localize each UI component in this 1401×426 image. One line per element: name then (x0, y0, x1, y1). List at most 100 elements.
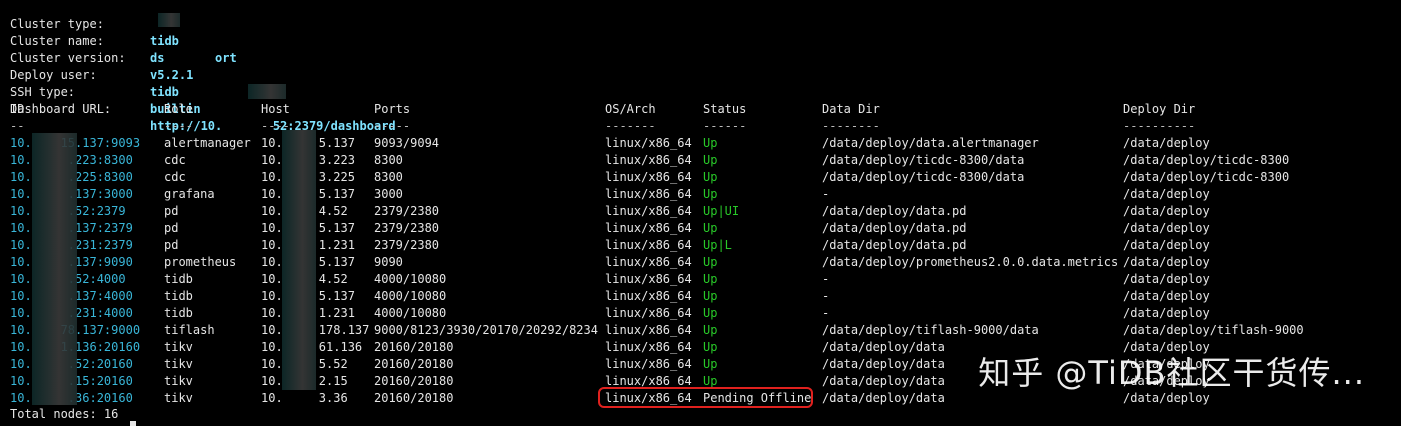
cell-role: grafana (164, 187, 215, 201)
cell-data-dir: - (822, 187, 830, 201)
cell-ports: 8300 (374, 170, 403, 184)
cell-deploy-dir: /data/deploy (1123, 306, 1210, 320)
cell-os-arch: linux/x86_64 (605, 340, 692, 354)
cell-os-arch: linux/x86_64 (605, 221, 692, 235)
pending-offline-highlight (598, 387, 813, 408)
cell-data-dir: - (822, 272, 830, 286)
cell-ports: 4000/10080 (374, 272, 447, 286)
header-data-dir: Data Dir (822, 102, 880, 116)
cell-data-dir: /data/deploy/tiflash-9000/data (822, 323, 1039, 337)
cell-role: alertmanager (164, 136, 251, 150)
cell-data-dir: - (822, 306, 830, 320)
header-status: Status (703, 102, 747, 116)
cell-role: tidb (164, 306, 193, 320)
cell-data-dir: /data/deploy/data.pd (822, 238, 967, 252)
cell-data-dir: /data/deploy/prometheus2.0.0.data.metric… (822, 255, 1119, 269)
info-deploy-user: Deploy user: tidb (10, 50, 179, 99)
host-redaction (282, 130, 316, 390)
cell-os-arch: linux/x86_64 (605, 272, 692, 286)
cell-status: Up (703, 340, 718, 354)
info-dashboard-url: Dashboard URL: http://10. 52:2379/dashbo… (10, 84, 396, 133)
cell-deploy-dir: /data/deploy/tiflash-9000 (1123, 323, 1304, 337)
header-host: Host (261, 102, 290, 116)
cell-ports: 9000/8123/3930/20170/20292/8234 (374, 323, 598, 337)
cell-data-dir: /data/deploy/data (822, 340, 945, 354)
cell-status: Up (703, 255, 718, 269)
info-value: tidb (150, 34, 179, 48)
cell-deploy-dir: /data/deploy (1123, 187, 1210, 201)
cell-os-arch: linux/x86_64 (605, 136, 692, 150)
cell-deploy-dir: /data/deploy (1123, 204, 1210, 218)
cell-ports: 9093/9094 (374, 136, 440, 150)
cell-role: tidb (164, 289, 193, 303)
cell-os-arch: linux/x86_64 (605, 204, 692, 218)
cell-deploy-dir: /data/deploy (1123, 289, 1210, 303)
cell-status: Up (703, 221, 718, 235)
cell-data-dir: - (822, 289, 830, 303)
cell-deploy-dir: /data/deploy (1123, 238, 1210, 252)
terminal-cursor (130, 421, 136, 426)
cell-status: Up (703, 187, 718, 201)
cell-status: Up (703, 289, 718, 303)
sep-ports: ----- (374, 119, 411, 133)
name-redaction (158, 13, 180, 27)
cell-data-dir: /data/deploy/ticdc-8300/data (822, 153, 1025, 167)
sep-id: -- (10, 119, 25, 133)
cell-os-arch: linux/x86_64 (605, 323, 692, 337)
total-nodes: Total nodes: 16 (10, 407, 119, 421)
sep-status: ------ (703, 119, 747, 133)
info-ssh-type: SSH type: builtin (10, 67, 201, 116)
cell-ports: 4000/10080 (374, 289, 447, 303)
cell-os-arch: linux/x86_64 (605, 357, 692, 371)
cell-status: Up (703, 272, 718, 286)
cell-os-arch: linux/x86_64 (605, 306, 692, 320)
cell-deploy-dir: /data/deploy (1123, 221, 1210, 235)
cell-role: tikv (164, 340, 193, 354)
cell-role: cdc (164, 170, 186, 184)
info-cluster-version: Cluster version: v5.2.1 (10, 33, 193, 82)
header-deploy-dir: Deploy Dir (1123, 102, 1196, 116)
terminal-window[interactable]: Cluster type: tidb Cluster name: ds ort … (0, 0, 1401, 426)
cell-status: Up (703, 306, 718, 320)
cell-status: Up (703, 153, 718, 167)
cell-role: tikv (164, 374, 193, 388)
cell-role: pd (164, 238, 179, 252)
cell-deploy-dir: /data/deploy/ticdc-8300 (1123, 170, 1290, 184)
cell-data-dir: /data/deploy/data (822, 391, 945, 405)
header-os-arch: OS/Arch (605, 102, 656, 116)
sep-os-arch: ------- (605, 119, 656, 133)
cell-role: tidb (164, 272, 193, 286)
cell-ports: 3000 (374, 187, 403, 201)
zhihu-watermark: 知乎 @TiDB社区干货传... (978, 354, 1365, 392)
cell-role: tikv (164, 357, 193, 371)
cell-role: tiflash (164, 323, 215, 337)
cell-os-arch: linux/x86_64 (605, 255, 692, 269)
cell-host: 10. 3.36 (261, 391, 348, 405)
cell-role: prometheus (164, 255, 237, 269)
cell-ports: 20160/20180 (374, 374, 454, 388)
cell-ports: 4000/10080 (374, 306, 447, 320)
cell-data-dir: /data/deploy/data.pd (822, 204, 967, 218)
cell-deploy-dir: /data/deploy (1123, 272, 1210, 286)
cell-ports: 9090 (374, 255, 403, 269)
cell-role: cdc (164, 153, 186, 167)
cell-deploy-dir: /data/deploy/ticdc-8300 (1123, 153, 1290, 167)
cell-status: Up|UI (703, 204, 740, 218)
cell-os-arch: linux/x86_64 (605, 170, 692, 184)
cell-data-dir: /data/deploy/data.alertmanager (822, 136, 1039, 150)
cell-data-dir: /data/deploy/data (822, 374, 945, 388)
id-redaction (32, 133, 77, 405)
url-redaction (248, 84, 286, 99)
cell-ports: 2379/2380 (374, 204, 440, 218)
header-role: Role (164, 102, 193, 116)
sep-data-dir: -------- (822, 119, 880, 133)
info-value: v5.2.1 (150, 68, 194, 82)
cell-ports: 8300 (374, 153, 403, 167)
cell-os-arch: linux/x86_64 (605, 153, 692, 167)
cell-status: Up (703, 357, 718, 371)
cell-data-dir: /data/deploy/data.pd (822, 221, 967, 235)
sep-deploy-dir: ---------- (1123, 119, 1196, 133)
info-value: ds ort (150, 51, 237, 65)
cell-ports: 20160/20180 (374, 391, 454, 405)
sep-role: ---- (164, 119, 193, 133)
